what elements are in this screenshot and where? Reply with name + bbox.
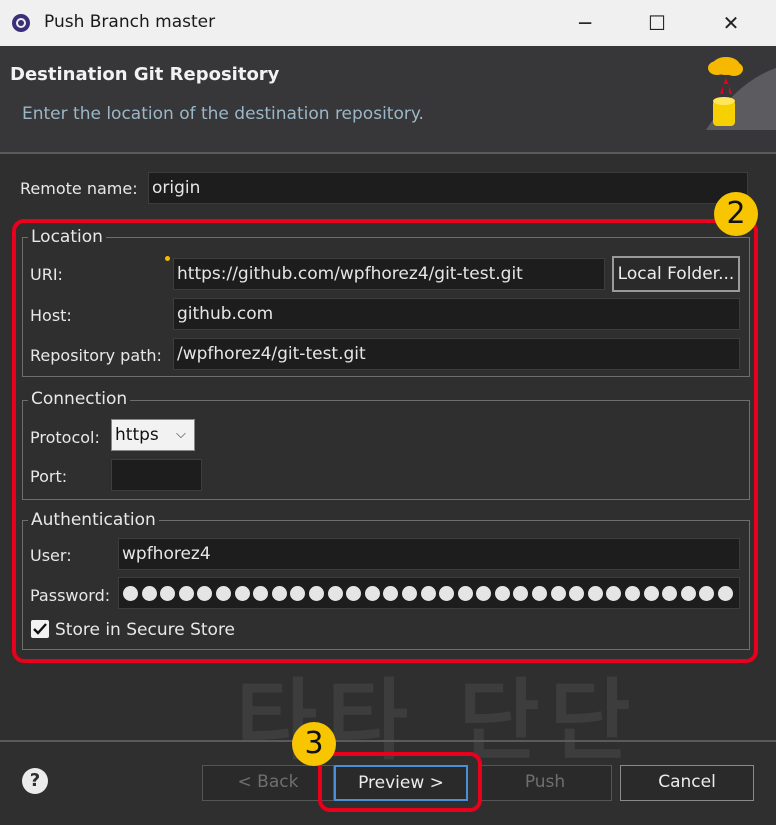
window-title: Push Branch master — [44, 12, 216, 32]
help-icon[interactable]: ? — [22, 768, 48, 794]
footer-separator — [0, 740, 776, 742]
step-badge-3: 3 — [292, 722, 336, 766]
step-badge-2: 2 — [714, 192, 758, 236]
back-button[interactable]: < Back — [202, 765, 334, 801]
page-description: Enter the location of the destination re… — [22, 104, 424, 124]
highlight-box-3 — [318, 752, 482, 812]
maximize-button[interactable]: ☐ — [642, 8, 672, 38]
header-separator — [0, 152, 776, 154]
eclipse-app-icon — [12, 14, 30, 32]
remote-name-label: Remote name: — [20, 179, 138, 198]
minimize-button[interactable]: ─ — [570, 8, 600, 38]
title-bar: Push Branch master ─ ☐ ✕ — [0, 0, 776, 46]
close-button[interactable]: ✕ — [716, 8, 746, 38]
highlight-box-2 — [12, 219, 758, 663]
push-button[interactable]: Push — [478, 765, 612, 801]
wizard-header: Destination Git Repository Enter the loc… — [0, 46, 776, 152]
page-title: Destination Git Repository — [10, 64, 280, 85]
cancel-button[interactable]: Cancel — [620, 765, 754, 801]
remote-name-input[interactable]: origin — [148, 172, 748, 204]
push-to-cloud-icon — [706, 57, 776, 130]
